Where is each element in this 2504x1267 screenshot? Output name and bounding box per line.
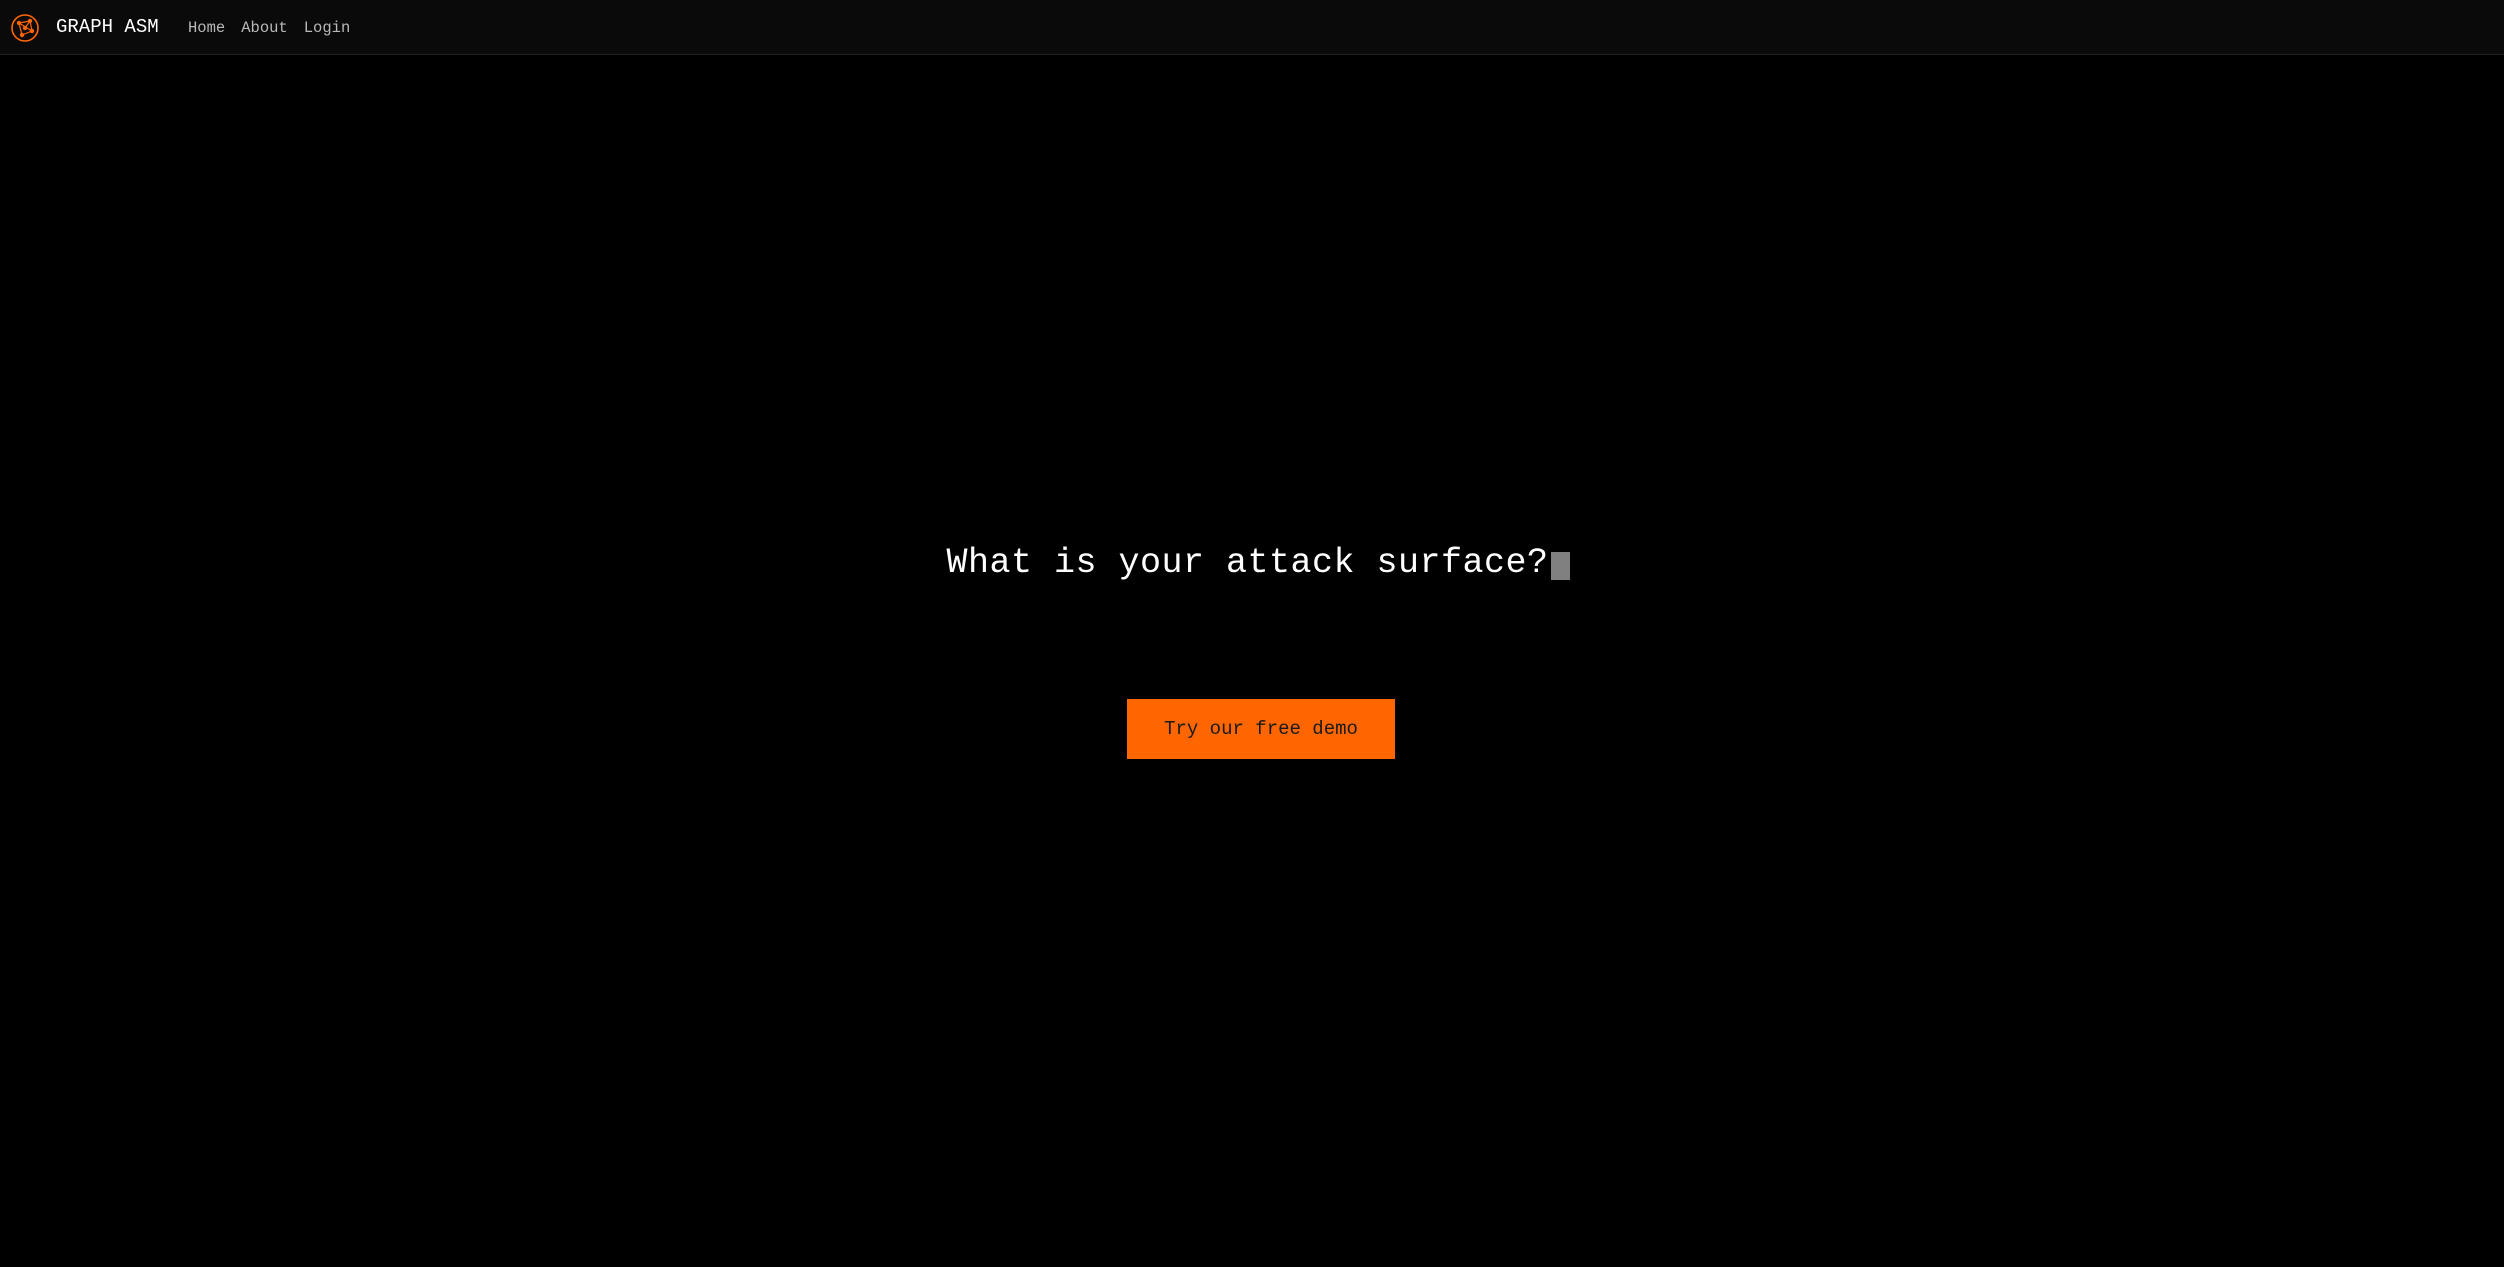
brand-link[interactable]: GRAPH ASM bbox=[56, 15, 159, 39]
nav-home-link[interactable]: Home bbox=[188, 18, 225, 38]
top-navbar: GRAPH ASM Home About Login bbox=[0, 0, 2504, 55]
blinking-cursor-icon bbox=[1550, 552, 1570, 580]
try-free-demo-button[interactable]: Try our free demo bbox=[1127, 699, 1395, 759]
nav-login-link[interactable]: Login bbox=[304, 18, 351, 38]
graph-network-logo-icon[interactable] bbox=[10, 13, 40, 43]
nav-about-link[interactable]: About bbox=[241, 18, 288, 38]
hero-title: What is your attack surface? bbox=[946, 543, 1549, 583]
hero-heading-row: What is your attack surface? bbox=[0, 540, 2504, 586]
main-nav: Home About Login bbox=[188, 18, 350, 38]
